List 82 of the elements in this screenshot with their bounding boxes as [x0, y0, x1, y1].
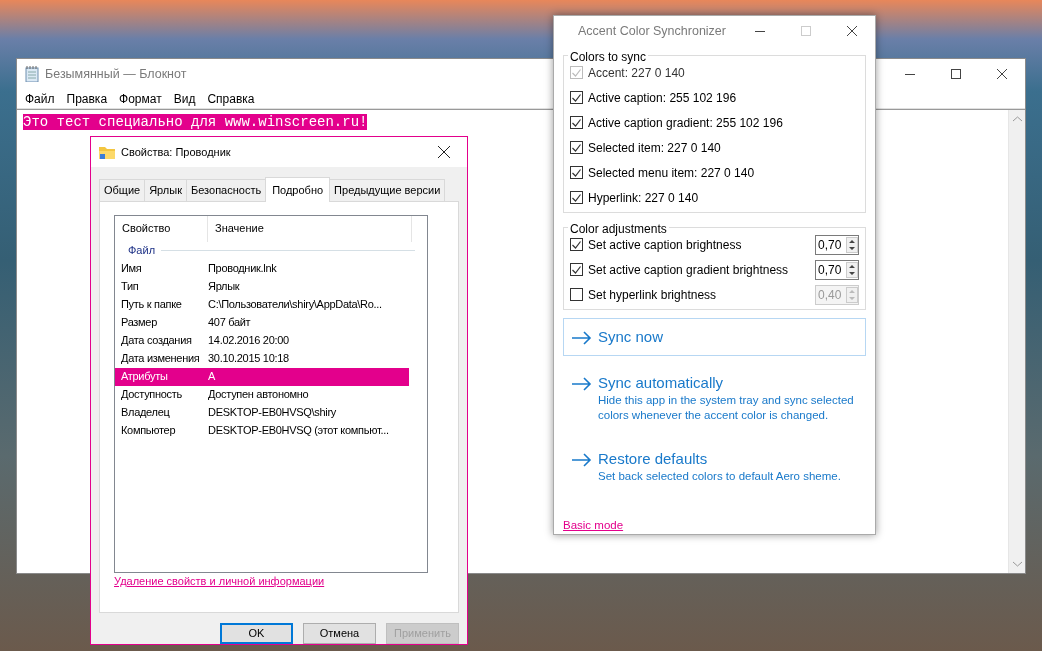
arrow-icon — [572, 453, 592, 467]
maximize-icon — [951, 69, 961, 79]
close-icon — [847, 26, 857, 36]
notepad-icon — [25, 66, 39, 82]
list-row[interactable]: Дата изменения 30.10.2015 10:18 — [115, 349, 409, 368]
text-content[interactable]: Это тест специально для www.winscreen.ru! — [23, 114, 368, 130]
list-row[interactable]: Имя Проводник.lnk — [115, 259, 409, 278]
spinner-arrows-icon — [846, 261, 858, 278]
basic-mode-link[interactable]: Basic mode — [563, 518, 624, 531]
dialog-button[interactable]: Отмена — [303, 622, 376, 644]
list-row[interactable]: Тип Ярлык — [115, 277, 409, 296]
checkmark-icon — [572, 118, 581, 127]
checkbox-label: Set active caption gradient brightness — [588, 261, 789, 279]
action-title: Restore defaults — [598, 449, 709, 469]
checkbox[interactable] — [570, 166, 583, 179]
window-title: Безымянный — Блокнот — [45, 65, 187, 83]
checkmark-icon — [572, 240, 581, 249]
tab[interactable]: Предыдущие версии — [329, 179, 446, 201]
checkbox[interactable] — [570, 91, 583, 104]
remove-properties-link[interactable]: Удаление свойств и личной информации — [114, 574, 325, 587]
list-row[interactable]: Дата создания 14.02.2016 20:00 — [115, 331, 409, 350]
window-title: Свойства: Проводник — [121, 144, 231, 160]
scroll-down-icon — [1012, 561, 1022, 567]
tab[interactable]: Подробно — [265, 177, 331, 202]
checkbox-label: Active caption gradient: 255 102 196 — [588, 114, 783, 132]
arrow-icon — [572, 377, 592, 391]
checkbox[interactable] — [570, 238, 583, 251]
action-title: Sync automatically — [598, 373, 725, 393]
arrow-icon — [572, 331, 592, 345]
checkbox[interactable] — [570, 141, 583, 154]
column-header[interactable]: Свойство — [115, 215, 208, 242]
checkbox-label: Selected item: 227 0 140 — [588, 139, 721, 157]
action-title: Sync now — [598, 327, 664, 347]
checkbox[interactable] — [570, 116, 583, 129]
checkmark-icon — [572, 193, 581, 202]
menu-item[interactable]: Формат — [113, 89, 168, 108]
action-description: Set back selected colors to default Aero sheme. — [598, 469, 841, 484]
close-icon — [997, 69, 1007, 79]
checkmark-icon — [572, 93, 581, 102]
scroll-up-icon — [1012, 116, 1022, 122]
tab[interactable]: Общие — [99, 179, 146, 201]
menu-item[interactable]: Справка — [201, 89, 261, 108]
number-spinner[interactable]: 0,70 — [815, 234, 859, 255]
minimize-icon — [905, 73, 915, 75]
menu-item[interactable]: Правка — [60, 89, 114, 108]
list-row[interactable]: Компьютер DESKTOP-EB0HVSQ (этот компьют... — [115, 421, 409, 440]
action-link[interactable]: Restore defaults Set back selected colors to default Aero sheme. — [563, 440, 866, 493]
list-row[interactable]: Доступность Доступен автономно — [115, 385, 409, 404]
close-icon — [438, 146, 450, 158]
action-link[interactable]: Sync now — [563, 318, 866, 356]
checkmark-icon — [572, 143, 581, 152]
checkmark-icon — [572, 68, 581, 77]
list-row[interactable]: Размер 407 байт — [115, 313, 409, 332]
checkbox[interactable] — [570, 191, 583, 204]
minimize-icon — [755, 30, 765, 32]
menu-item[interactable]: Файл — [19, 89, 61, 108]
menu-item[interactable]: Вид — [167, 89, 202, 108]
group-header: Файл — [128, 243, 156, 259]
checkbox[interactable] — [570, 288, 583, 301]
maximize-icon — [801, 26, 811, 36]
checkbox-label: Accent: 227 0 140 — [588, 64, 685, 82]
action-link[interactable]: Sync automatically Hide this app in the system tray and sync selected colors whenever the accent color is changed. — [563, 364, 866, 432]
column-header[interactable]: Значение — [208, 215, 412, 242]
checkbox-label: Set hyperlink brightness — [588, 286, 717, 304]
list-row[interactable]: Владелец DESKTOP-EB0HVSQ\shiry — [115, 403, 409, 422]
checkmark-icon — [572, 168, 581, 177]
action-description: Hide this app in the system tray and sync selected colors whenever the accent color is changed. — [598, 393, 855, 423]
window-title: Accent Color Synchronizer — [577, 22, 726, 40]
folder-icon — [99, 145, 115, 159]
checkbox[interactable] — [570, 263, 583, 276]
checkbox-label: Selected menu item: 227 0 140 — [588, 164, 755, 182]
spinner-arrows-icon — [846, 286, 858, 303]
checkmark-icon — [572, 265, 581, 274]
checkbox-label: Set active caption brightness — [588, 236, 742, 254]
dialog-button[interactable]: OK — [220, 622, 293, 644]
list-row[interactable]: Путь к папке C:\Пользователи\shiry\AppData\Ro... — [115, 295, 409, 314]
number-spinner[interactable]: 0,70 — [815, 259, 859, 280]
list-row[interactable]: Атрибуты A — [115, 367, 409, 386]
checkbox-label: Hyperlink: 227 0 140 — [588, 189, 699, 207]
spinner-arrows-icon — [846, 236, 858, 253]
scrollbar[interactable] — [1008, 110, 1025, 573]
checkbox-label: Active caption: 255 102 196 — [588, 89, 737, 107]
